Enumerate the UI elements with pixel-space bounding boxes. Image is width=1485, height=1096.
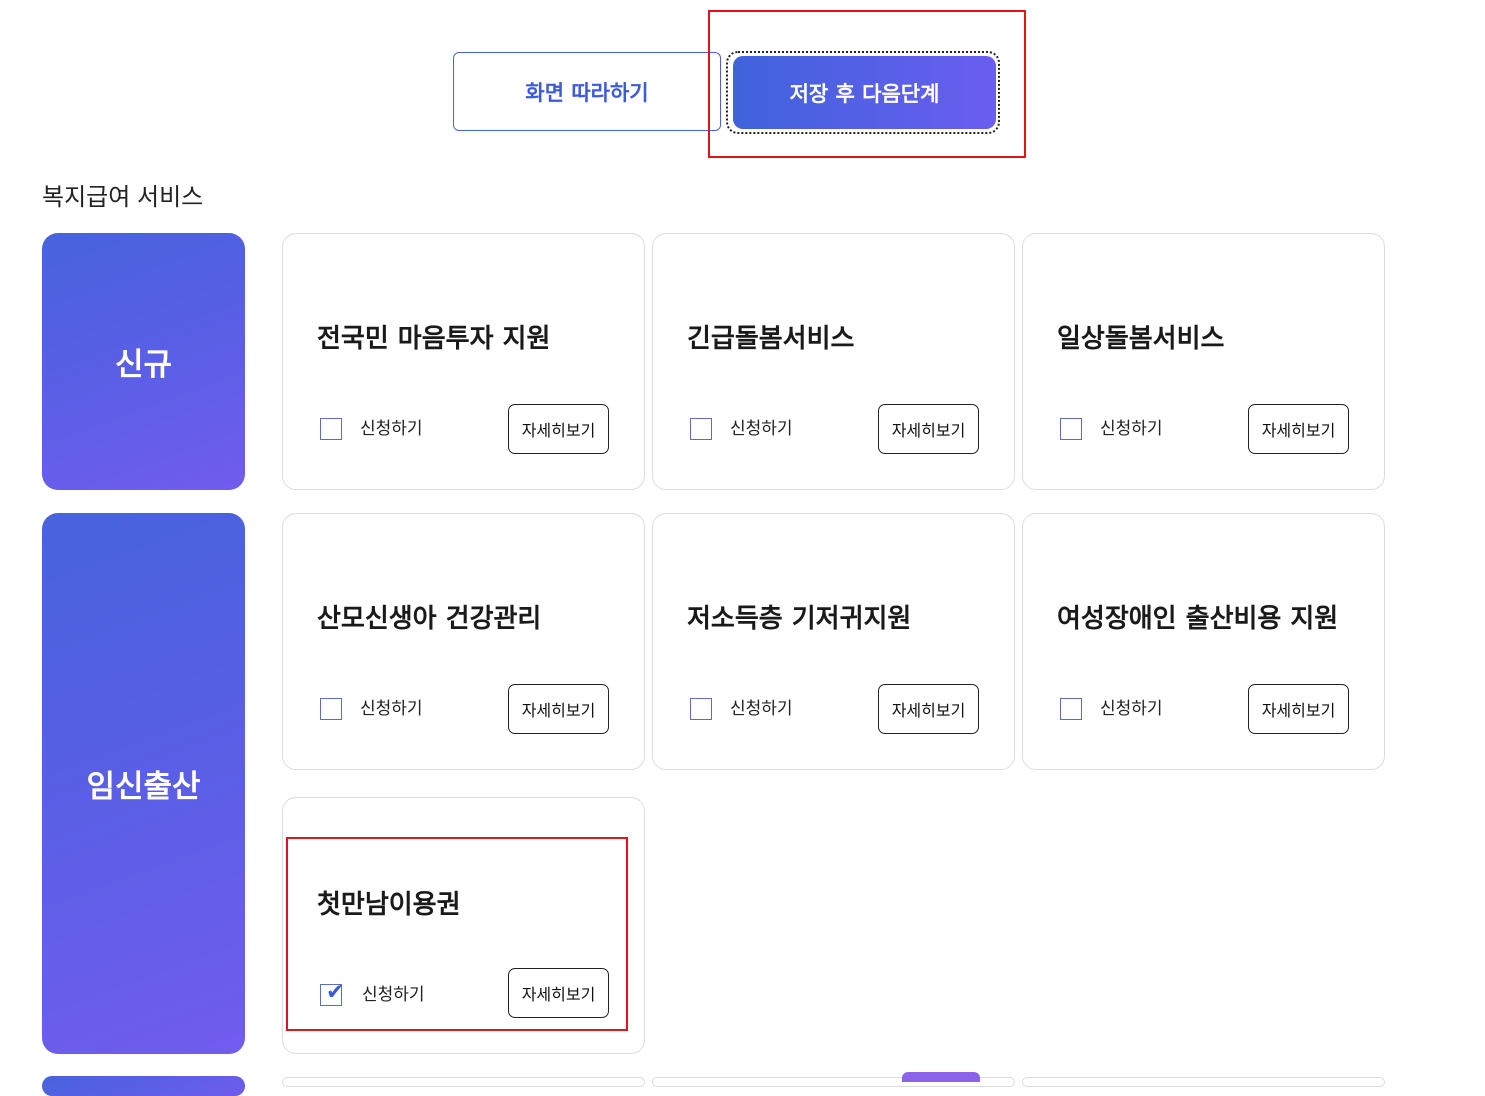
apply-checkbox[interactable] [1060,418,1082,440]
category-label: 신규 [114,347,173,383]
section-title: 복지급여 서비스 [42,184,204,211]
detail-button[interactable]: 자세히보기 [508,968,609,1018]
checkmark-icon: ✔ [326,980,345,1005]
service-title: 여성장애인 출산비용 지원 [1057,604,1339,634]
category-next-peek [42,1076,245,1096]
detail-button[interactable]: 자세히보기 [508,684,609,734]
service-card: 전국민 마음투자 지원 신청하기 자세히보기 [282,233,645,490]
apply-label: 신청하기 [360,699,423,719]
service-card: 일상돌봄서비스 신청하기 자세히보기 [1022,233,1385,490]
category-label: 임신출산 [86,769,201,805]
service-title: 전국민 마음투자 지원 [317,324,551,354]
apply-label: 신청하기 [1100,419,1163,439]
service-title: 저소득층 기저귀지원 [687,604,912,634]
follow-screen-button[interactable]: 화면 따라하기 [453,52,721,131]
service-title: 산모신생아 건강관리 [317,604,542,634]
apply-checkbox[interactable] [320,698,342,720]
apply-checkbox[interactable] [690,418,712,440]
service-title: 첫만남이용권 [317,890,461,920]
floating-tab-peek [902,1072,980,1082]
apply-label: 신청하기 [730,419,793,439]
apply-checkbox[interactable] [690,698,712,720]
detail-button[interactable]: 자세히보기 [1248,404,1349,454]
service-card: 저소득층 기저귀지원 신청하기 자세히보기 [652,513,1015,770]
category-pregnancy-birth: 임신출산 [42,513,245,1054]
service-card-peek [1022,1077,1385,1087]
apply-checkbox[interactable] [320,418,342,440]
top-action-bar: 화면 따라하기 저장 후 다음단계 [0,0,1485,170]
apply-label: 신청하기 [362,985,425,1005]
detail-button[interactable]: 자세히보기 [878,684,979,734]
detail-button[interactable]: 자세히보기 [508,404,609,454]
apply-label: 신청하기 [360,419,423,439]
service-card: 여성장애인 출산비용 지원 신청하기 자세히보기 [1022,513,1385,770]
service-card: 산모신생아 건강관리 신청하기 자세히보기 [282,513,645,770]
apply-label: 신청하기 [730,699,793,719]
save-next-button[interactable]: 저장 후 다음단계 [733,56,996,129]
apply-checkbox-checked[interactable]: ✔ [320,980,345,1006]
service-title: 긴급돌봄서비스 [687,324,855,354]
apply-checkbox[interactable] [1060,698,1082,720]
service-card: 첫만남이용권 ✔ 신청하기 자세히보기 [282,797,645,1054]
service-title: 일상돌봄서비스 [1057,324,1225,354]
apply-label: 신청하기 [1100,699,1163,719]
detail-button[interactable]: 자세히보기 [1248,684,1349,734]
detail-button[interactable]: 자세히보기 [878,404,979,454]
service-card: 긴급돌봄서비스 신청하기 자세히보기 [652,233,1015,490]
service-card-peek [282,1077,645,1087]
category-new: 신규 [42,233,245,490]
